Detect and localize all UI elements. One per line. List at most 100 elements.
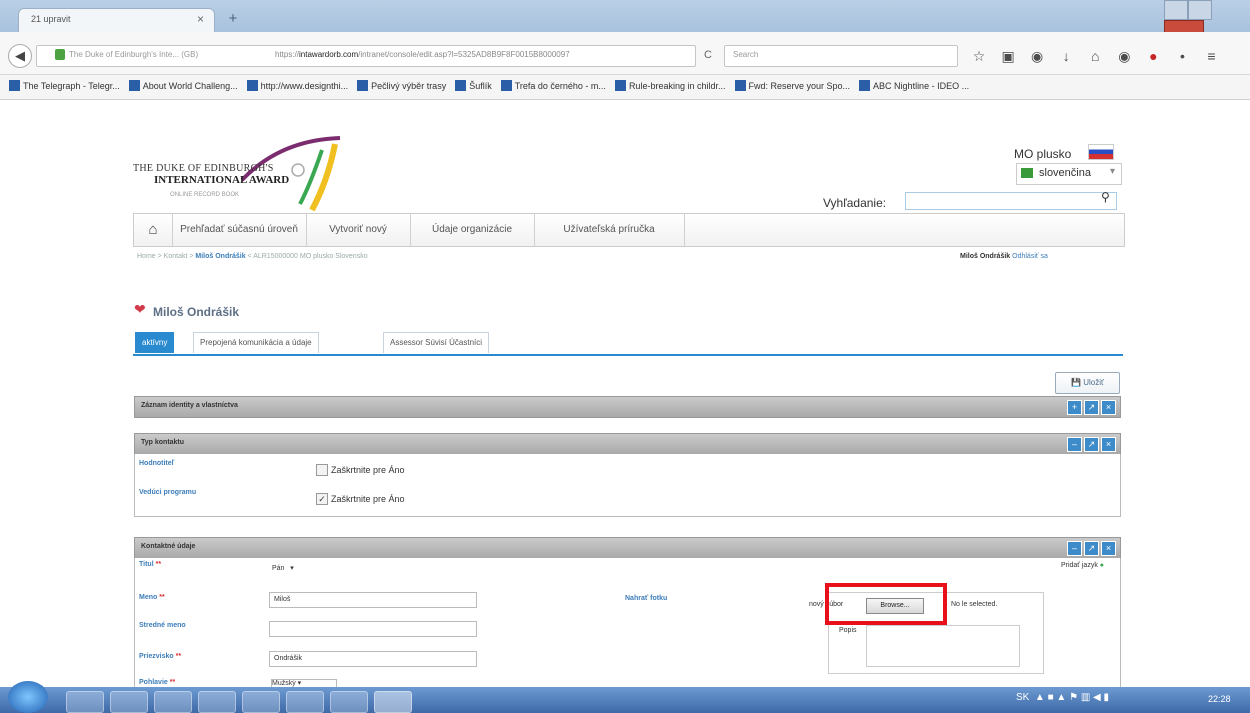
identity-panel-header[interactable]: Záznam identity a vlastníctva + ↗ ×	[134, 396, 1121, 418]
panel-controls: – ↗ ×	[1065, 541, 1116, 556]
flag-icon	[1088, 144, 1114, 160]
taskbar-app-office[interactable]	[66, 691, 104, 713]
breadcrumb-org[interactable]: ALR15000000 MO plusko Slovensko	[253, 253, 367, 260]
title-select[interactable]: Pán ▾	[272, 562, 330, 576]
close-icon[interactable]: ×	[1101, 437, 1116, 452]
panel-title: Kontaktné údaje	[141, 543, 196, 550]
nav-item[interactable]: Vytvoriť nový	[306, 214, 411, 246]
taskbar-app-notes[interactable]	[330, 691, 368, 713]
panel-controls: – ↗ ×	[1065, 437, 1116, 452]
highlight-annotation	[825, 583, 947, 625]
nav-item[interactable]: Prehľadať súčasnú úroveň	[172, 214, 307, 246]
reload-icon[interactable]: C	[698, 45, 718, 65]
popout-icon[interactable]: ↗	[1084, 437, 1099, 452]
last-name-input[interactable]: Ondrášik	[269, 651, 477, 667]
popout-icon[interactable]: ↗	[1084, 541, 1099, 556]
search-icon[interactable]: ⚲	[1101, 190, 1110, 204]
menu-icon[interactable]: ≡	[1199, 45, 1225, 67]
add-language-link[interactable]: Pridať jazyk ●	[1061, 562, 1104, 569]
logout-link[interactable]: Odhlásiť sa	[1012, 253, 1048, 260]
assessor-checkbox[interactable]	[316, 464, 328, 476]
tab-2[interactable]: Assessor Súvisí Účastníci	[383, 332, 490, 353]
main-navigation: ⌂ Prehľadať súčasnú úroveň Vytvoriť nový Ú…	[133, 213, 1125, 247]
bookmark-label: The Telegraph - Telegr...	[23, 81, 120, 91]
bookmark-icon	[455, 80, 467, 91]
minimize-button[interactable]	[1164, 0, 1188, 20]
address-bar[interactable]: The Duke of Edinburgh's Inte... (GB) htt…	[36, 45, 696, 67]
tab-close-icon[interactable]: ×	[197, 12, 204, 26]
browser-tab[interactable]: 21 upravit ×	[18, 8, 215, 33]
clipboard-icon[interactable]: ▣	[995, 45, 1021, 67]
close-icon[interactable]: ×	[1101, 541, 1116, 556]
bookmark-item[interactable]: About World Challeng...	[128, 80, 238, 91]
chevron-down-icon: ▾	[1109, 166, 1115, 177]
home-icon[interactable]: ⌂	[1082, 45, 1108, 67]
start-button[interactable]	[8, 681, 48, 713]
first-name-input[interactable]: Miloš	[269, 592, 477, 608]
bookmark-item[interactable]: http://www.designthi...	[246, 80, 349, 91]
adblock-icon[interactable]: ●	[1140, 45, 1166, 67]
middle-name-input[interactable]	[269, 621, 477, 637]
program-leader-checkbox-text: Zaškrtnite pre Áno	[331, 494, 405, 504]
language-indicator[interactable]: SK	[1016, 692, 1029, 703]
breadcrumb-home[interactable]: Home	[137, 253, 156, 260]
panel-title: Typ kontaktu	[141, 439, 185, 446]
home-icon[interactable]: ⌂	[134, 214, 173, 246]
tab-1[interactable]: Prepojená komunikácia a údaje	[193, 332, 319, 353]
taskbar-app-firefox[interactable]	[374, 691, 412, 713]
collapse-icon[interactable]: –	[1067, 541, 1082, 556]
current-user: MO plusko	[1014, 147, 1072, 161]
popout-icon[interactable]: ↗	[1084, 400, 1099, 415]
content-tabs: aktívny Prepojená komunikácia a údaje Asse…	[133, 332, 1123, 356]
nav-item[interactable]: Údaje organizácie	[410, 214, 535, 246]
breadcrumb-contacts[interactable]: Kontakt	[164, 253, 188, 260]
middle-name-label: Stredné meno	[139, 622, 186, 629]
program-leader-checkbox[interactable]: ✓	[316, 493, 328, 505]
star-icon[interactable]: ☆	[966, 45, 992, 67]
bookmark-item[interactable]: Pečlivý výběr trasy	[357, 80, 446, 91]
taskbar-app-paint[interactable]	[286, 691, 324, 713]
last-name-label: Priezvisko **	[139, 653, 182, 660]
expand-icon[interactable]: +	[1067, 400, 1082, 415]
bookmark-label: http://www.designthi...	[260, 81, 349, 91]
save-button[interactable]: 💾 Uložiť	[1055, 372, 1120, 394]
back-arrow-icon[interactable]: ◀	[8, 44, 32, 68]
bookmark-item[interactable]: ABC Nightline - IDEO ...	[859, 80, 969, 91]
nav-item[interactable]: Užívateľská príručka	[534, 214, 685, 246]
close-icon[interactable]: ×	[1101, 400, 1116, 415]
description-textarea[interactable]	[866, 625, 1020, 667]
bookmark-item[interactable]: The Telegraph - Telegr...	[9, 80, 120, 91]
search-placeholder: Search	[733, 50, 759, 59]
taskbar-app-media[interactable]	[198, 691, 236, 713]
taskbar-app-outlook[interactable]	[242, 691, 280, 713]
maximize-button[interactable]	[1188, 0, 1212, 20]
bookmark-icon	[614, 80, 626, 91]
taskbar-app-folder[interactable]	[154, 691, 192, 713]
bookmark-icon	[9, 80, 20, 91]
bookmark-label: Šuflík	[469, 81, 492, 91]
collapse-icon[interactable]: –	[1067, 437, 1082, 452]
bookmark-item[interactable]: Trefa do černého - m...	[500, 80, 606, 91]
shield-icon[interactable]: ◉	[1024, 45, 1050, 67]
site-search-input[interactable]	[905, 192, 1117, 210]
site-identity: The Duke of Edinburgh's Inte... (GB)	[69, 50, 199, 59]
language-select[interactable]: slovenčina ▾	[1016, 163, 1122, 185]
taskbar-clock[interactable]: 22:28	[1208, 694, 1231, 704]
taskbar-app-explorer[interactable]	[110, 691, 148, 713]
extension-icon[interactable]: ◉	[1111, 45, 1137, 67]
no-file-text: No le selected.	[951, 601, 998, 608]
tab-0[interactable]: aktívny	[135, 332, 175, 353]
browser-search-input[interactable]: Search	[724, 45, 958, 67]
addon-icon[interactable]: •	[1169, 45, 1195, 67]
url-text: https://intawardorb.com/intranet/console…	[275, 50, 570, 59]
bookmark-item[interactable]: Šuflík	[455, 80, 492, 91]
contact-type-panel-header[interactable]: Typ kontaktu – ↗ ×	[134, 433, 1121, 455]
bookmark-icon	[500, 80, 512, 91]
system-tray: SK ▲ ■ ▲ ⚑ ▥ ◀ ▮	[1016, 692, 1110, 703]
panel-title: Záznam identity a vlastníctva	[141, 402, 238, 409]
bookmark-item[interactable]: Fwd: Reserve your Spo...	[734, 80, 850, 91]
contact-details-panel-header[interactable]: Kontaktné údaje – ↗ ×	[134, 537, 1121, 559]
bookmark-item[interactable]: Rule-breaking in childr...	[614, 80, 726, 91]
download-icon[interactable]: ↓	[1053, 45, 1079, 67]
new-tab-button[interactable]: +	[222, 10, 244, 30]
